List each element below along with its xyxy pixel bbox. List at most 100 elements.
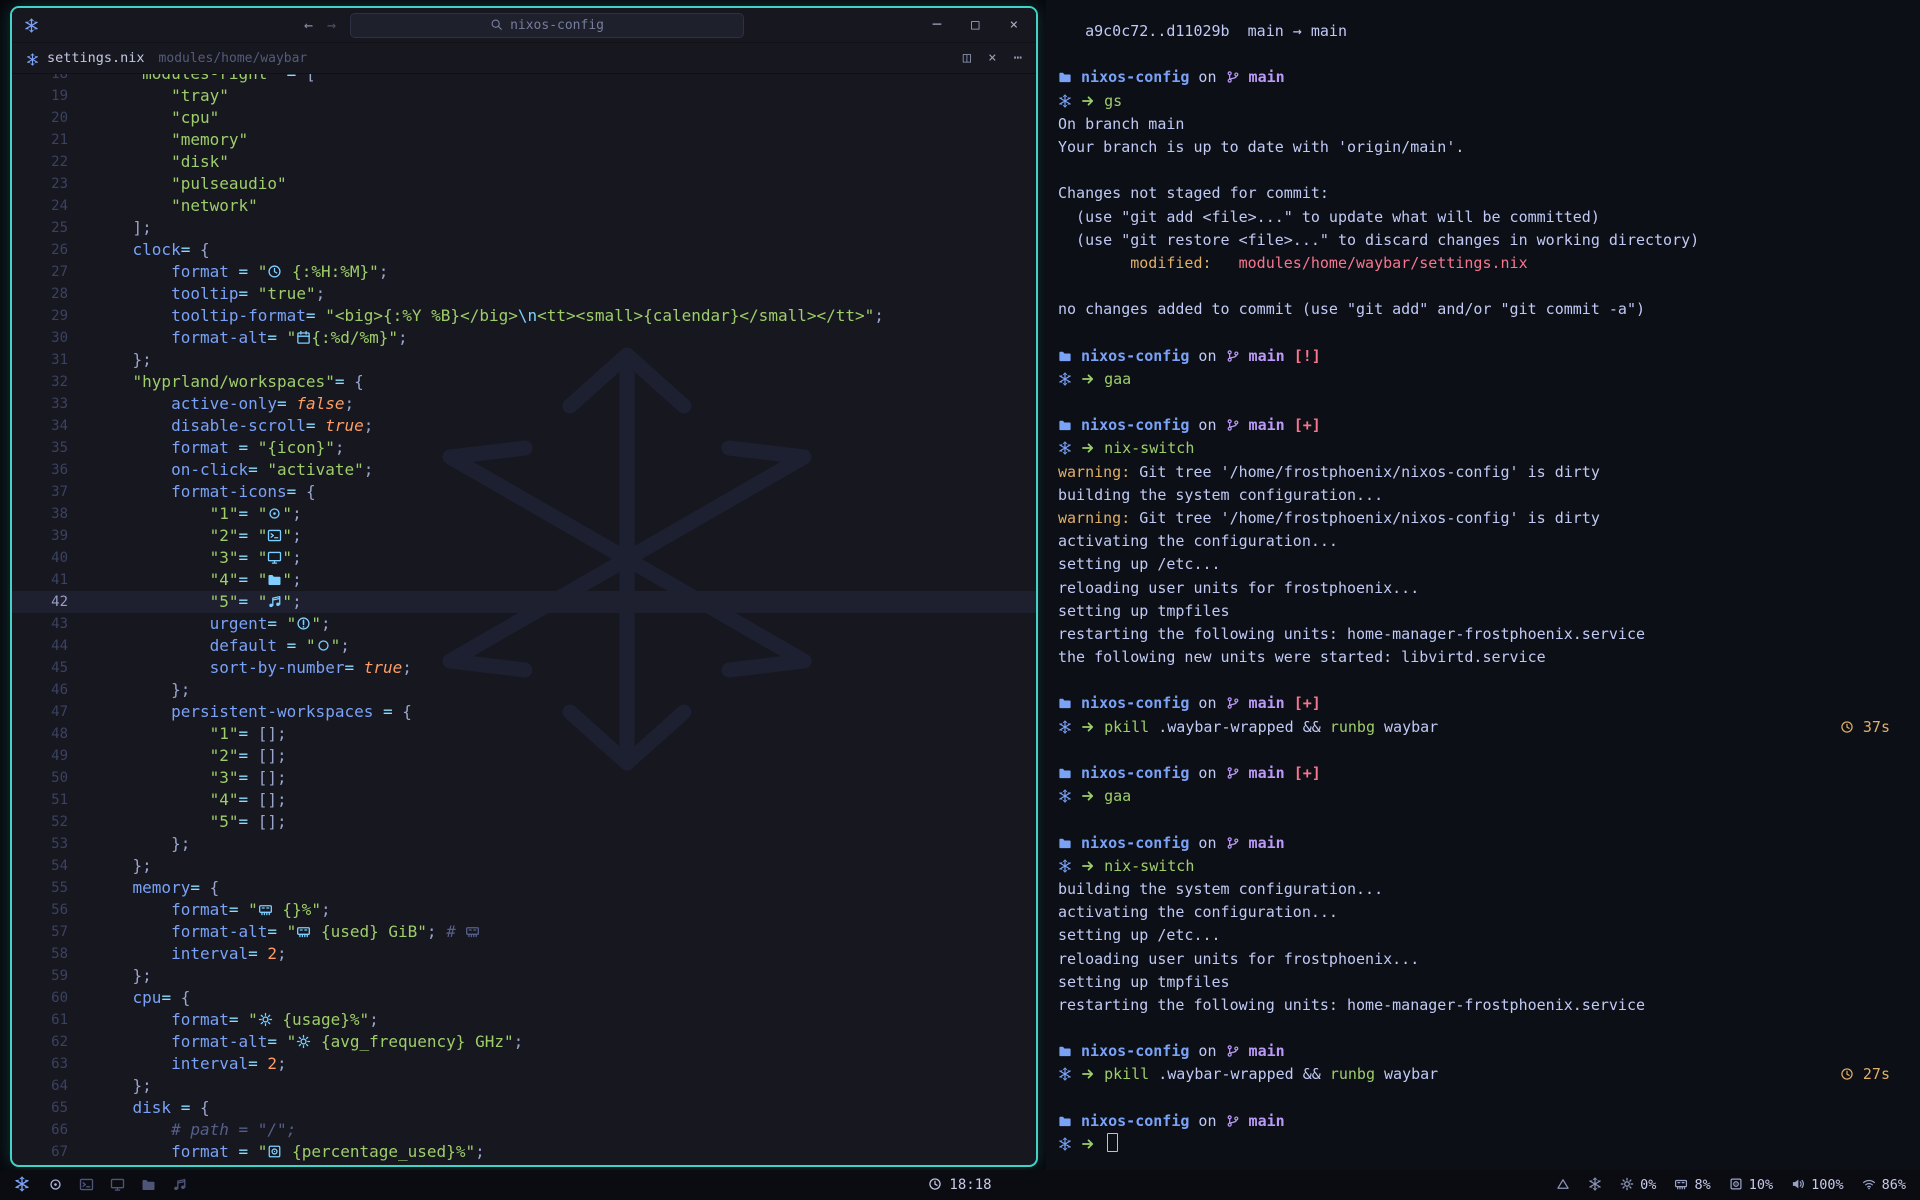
tray-icon-1[interactable] [1556, 1177, 1570, 1193]
code-line-48[interactable]: 48 "1"= []; [12, 723, 1036, 745]
network-module[interactable]: 86% [1862, 1177, 1906, 1193]
line-number[interactable]: 26 [12, 239, 94, 261]
code-line-58[interactable]: 58 interval= 2; [12, 943, 1036, 965]
line-number[interactable]: 68 [12, 1163, 94, 1167]
code-line-55[interactable]: 55 memory= { [12, 877, 1036, 899]
code-line-60[interactable]: 60 cpu= { [12, 987, 1036, 1009]
line-number[interactable]: 33 [12, 393, 94, 415]
code-line-20[interactable]: 20 "cpu" [12, 107, 1036, 129]
more-actions-button[interactable]: ⋯ [1014, 50, 1022, 66]
line-number[interactable]: 46 [12, 679, 94, 701]
line-number[interactable]: 30 [12, 327, 94, 349]
terminal-window[interactable]: a9c0c72..d11029b main → main nixos-confi… [1046, 0, 1920, 1170]
close-tab-button[interactable]: × [988, 50, 996, 66]
line-number[interactable]: 39 [12, 525, 94, 547]
workspace-1[interactable] [48, 1177, 63, 1193]
code-line-28[interactable]: 28 tooltip= "true"; [12, 283, 1036, 305]
line-number[interactable]: 29 [12, 305, 94, 327]
code-line-49[interactable]: 49 "2"= []; [12, 745, 1036, 767]
tab-settings-nix[interactable]: settings.nix modules/home/waybar [12, 43, 323, 73]
code-line-37[interactable]: 37 format-icons= { [12, 481, 1036, 503]
code-line-67[interactable]: 67 format = " {percentage_used}%"; [12, 1141, 1036, 1163]
line-number[interactable]: 51 [12, 789, 94, 811]
code-line-38[interactable]: 38 "1"= ""; [12, 503, 1036, 525]
code-line-29[interactable]: 29 tooltip-format= "<big>{:%Y %B}</big>\… [12, 305, 1036, 327]
line-number[interactable]: 64 [12, 1075, 94, 1097]
line-number[interactable]: 42 [12, 591, 94, 613]
line-number[interactable]: 22 [12, 151, 94, 173]
line-number[interactable]: 27 [12, 261, 94, 283]
code-line-21[interactable]: 21 "memory" [12, 129, 1036, 151]
code-line-27[interactable]: 27 format = " {:%H:%M}"; [12, 261, 1036, 283]
code-line-24[interactable]: 24 "network" [12, 195, 1036, 217]
code-line-22[interactable]: 22 "disk" [12, 151, 1036, 173]
line-number[interactable]: 60 [12, 987, 94, 1009]
line-number[interactable]: 32 [12, 371, 94, 393]
code-line-19[interactable]: 19 "tray" [12, 85, 1036, 107]
code-line-59[interactable]: 59 }; [12, 965, 1036, 987]
line-number[interactable]: 44 [12, 635, 94, 657]
line-number[interactable]: 52 [12, 811, 94, 833]
line-number[interactable]: 40 [12, 547, 94, 569]
code-line-33[interactable]: 33 active-only= false; [12, 393, 1036, 415]
code-line-23[interactable]: 23 "pulseaudio" [12, 173, 1036, 195]
code-line-64[interactable]: 64 }; [12, 1075, 1036, 1097]
line-number[interactable]: 67 [12, 1141, 94, 1163]
tray-icon-2[interactable] [1588, 1177, 1602, 1193]
code-line-54[interactable]: 54 }; [12, 855, 1036, 877]
back-button[interactable]: ← [304, 16, 313, 34]
line-number[interactable]: 28 [12, 283, 94, 305]
code-line-35[interactable]: 35 format = "{icon}"; [12, 437, 1036, 459]
line-number[interactable]: 54 [12, 855, 94, 877]
code-line-68[interactable]: 68 interval= 60; [12, 1163, 1036, 1167]
code-line-50[interactable]: 50 "3"= []; [12, 767, 1036, 789]
code-line-42[interactable]: 42 "5"= ""; [12, 591, 1036, 613]
workspace-4[interactable] [141, 1177, 156, 1193]
code-line-56[interactable]: 56 format= " {}%"; [12, 899, 1036, 921]
code-line-45[interactable]: 45 sort-by-number= true; [12, 657, 1036, 679]
line-number[interactable]: 25 [12, 217, 94, 239]
code-line-43[interactable]: 43 urgent= ""; [12, 613, 1036, 635]
code-line-18[interactable]: 18 "modules-right" = [ [12, 74, 1036, 85]
code-line-66[interactable]: 66 # path = "/"; [12, 1119, 1036, 1141]
line-number[interactable]: 65 [12, 1097, 94, 1119]
line-number[interactable]: 36 [12, 459, 94, 481]
line-number[interactable]: 41 [12, 569, 94, 591]
disk-module[interactable]: 10% [1729, 1177, 1773, 1193]
code-line-52[interactable]: 52 "5"= []; [12, 811, 1036, 833]
code-line-57[interactable]: 57 format-alt= " {used} GiB"; # [12, 921, 1036, 943]
code-line-63[interactable]: 63 interval= 2; [12, 1053, 1036, 1075]
memory-module[interactable]: 8% [1674, 1177, 1710, 1193]
line-number[interactable]: 20 [12, 107, 94, 129]
line-number[interactable]: 48 [12, 723, 94, 745]
code-line-25[interactable]: 25 ]; [12, 217, 1036, 239]
line-number[interactable]: 57 [12, 921, 94, 943]
workspace-3[interactable] [110, 1177, 125, 1193]
line-number[interactable]: 35 [12, 437, 94, 459]
code-line-47[interactable]: 47 persistent-workspaces = { [12, 701, 1036, 723]
editor-titlebar[interactable]: ← → nixos-config ─ □ × [12, 8, 1036, 43]
code-line-65[interactable]: 65 disk = { [12, 1097, 1036, 1119]
line-number[interactable]: 66 [12, 1119, 94, 1141]
line-number[interactable]: 49 [12, 745, 94, 767]
line-number[interactable]: 24 [12, 195, 94, 217]
code-line-39[interactable]: 39 "2"= ""; [12, 525, 1036, 547]
line-number[interactable]: 50 [12, 767, 94, 789]
code-line-31[interactable]: 31 }; [12, 349, 1036, 371]
line-number[interactable]: 43 [12, 613, 94, 635]
workspace-5[interactable] [172, 1177, 187, 1193]
code-line-40[interactable]: 40 "3"= ""; [12, 547, 1036, 569]
code-line-41[interactable]: 41 "4"= ""; [12, 569, 1036, 591]
cpu-module[interactable]: 0% [1620, 1177, 1656, 1193]
line-number[interactable]: 34 [12, 415, 94, 437]
line-number[interactable]: 47 [12, 701, 94, 723]
line-number[interactable]: 55 [12, 877, 94, 899]
line-number[interactable]: 56 [12, 899, 94, 921]
code-line-62[interactable]: 62 format-alt= " {avg_frequency} GHz"; [12, 1031, 1036, 1053]
nix-launcher-icon[interactable] [14, 1176, 30, 1194]
line-number[interactable]: 21 [12, 129, 94, 151]
line-number[interactable]: 23 [12, 173, 94, 195]
line-number[interactable]: 53 [12, 833, 94, 855]
search-box[interactable]: nixos-config [350, 13, 744, 38]
pulseaudio-module[interactable]: 100% [1791, 1177, 1844, 1193]
